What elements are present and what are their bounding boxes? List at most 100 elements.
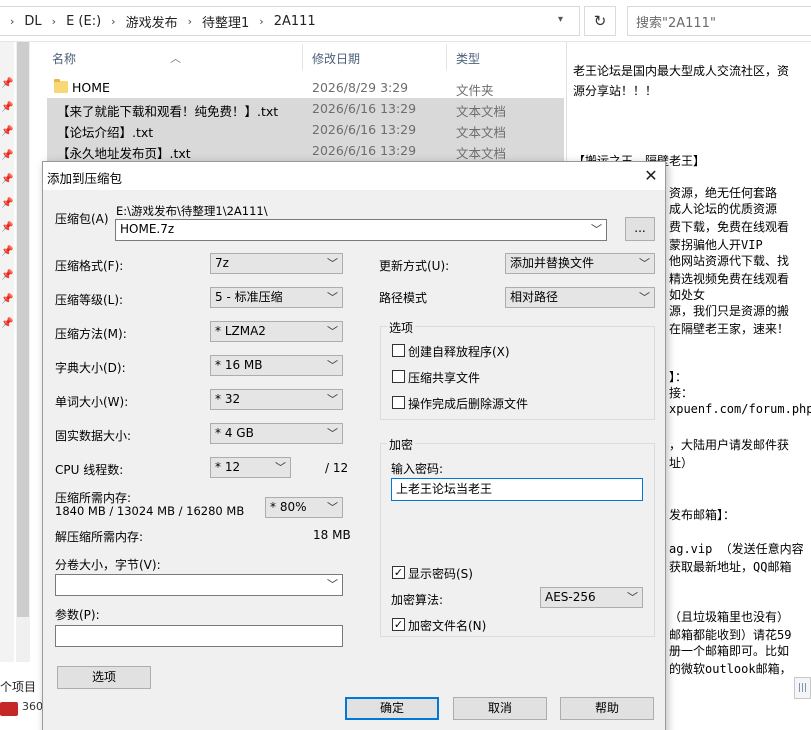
password-input[interactable]: 上老王论坛当老王 — [391, 478, 643, 501]
breadcrumb-item-games[interactable]: 游戏发布 — [116, 12, 178, 31]
file-name: 【论坛介绍】.txt — [57, 125, 154, 140]
mem-percent-select[interactable]: * 80% ﹀ — [265, 497, 343, 518]
create-sfx-checkbox[interactable] — [392, 344, 405, 357]
notepad-line: 老王论坛是国内最大型成人交流社区，资 — [573, 64, 790, 78]
breadcrumb-item-dl[interactable]: DL — [14, 14, 41, 29]
cpu-select[interactable]: * 12 ﹀ — [210, 457, 291, 478]
update-mode-label: 更新方式(U): — [379, 259, 450, 273]
options-button[interactable]: 选项 — [57, 666, 151, 689]
breadcrumb-item-drive[interactable]: E (E:) — [56, 14, 101, 29]
address-bar-area: › DL › E (E:) › 游戏发布 › 待整理1 › 2A111 ▾ ↻ … — [0, 0, 811, 42]
notepad-line: 费下载，免费在线观看 — [669, 220, 790, 234]
column-header-date[interactable]: 修改日期 — [312, 50, 360, 67]
pin-icon: 📌 — [1, 78, 14, 89]
file-row[interactable]: 【来了就能下载和观看！纯免费！】.txt 2026/6/16 13:29 文本文… — [47, 98, 564, 119]
file-row[interactable]: 【论坛介绍】.txt 2026/6/16 13:29 文本文档 — [47, 119, 564, 140]
path-mode-select[interactable]: 相对路径 ﹀ — [505, 287, 655, 308]
breadcrumb-separator: › — [259, 14, 264, 28]
refresh-icon: ↻ — [593, 12, 607, 30]
show-password-label[interactable]: 显示密码(S) — [408, 565, 473, 582]
notepad-line: 邮箱都能收到）请花59 — [669, 628, 792, 642]
volume-label: 分卷大小，字节(V): — [55, 558, 161, 572]
path-mode-label: 路径模式 — [379, 291, 428, 305]
notepad-line: 】： — [669, 370, 688, 384]
delete-after-checkbox[interactable] — [392, 396, 405, 409]
pin-icon: 📌 — [1, 174, 14, 185]
file-name: HOME — [72, 80, 110, 95]
browse-button[interactable]: ... — [625, 217, 655, 241]
encrypt-names-checkbox[interactable]: ✓ — [392, 618, 405, 631]
cpu-total: / 12 — [325, 461, 349, 475]
file-type: 文本文档 — [456, 125, 507, 140]
navigation-scrollbar[interactable] — [16, 42, 30, 662]
dict-select[interactable]: * 16 MB ﹀ — [210, 355, 343, 376]
method-select[interactable]: * LZMA2 ﹀ — [210, 321, 343, 342]
refresh-button[interactable]: ↻ — [584, 6, 616, 36]
chevron-down-icon: ﹀ — [275, 461, 286, 474]
method-value: * LZMA2 — [215, 324, 266, 338]
solid-select[interactable]: * 4 GB ﹀ — [210, 423, 343, 444]
breadcrumb[interactable]: › DL › E (E:) › 游戏发布 › 待整理1 › 2A111 — [0, 6, 580, 36]
chevron-down-icon: ﹀ — [639, 257, 650, 270]
cancel-button[interactable]: 取消 — [453, 697, 547, 720]
enc-method-value: AES-256 — [545, 590, 596, 604]
pin-icon: 📌 — [1, 102, 14, 113]
file-row[interactable]: HOME 2026/8/29 3:29 文件夹 — [47, 77, 564, 98]
file-row[interactable]: 【永久地址发布页】.txt 2026/6/16 13:29 文本文档 — [47, 140, 564, 161]
column-divider[interactable] — [302, 44, 303, 70]
breadcrumb-separator: › — [10, 14, 15, 28]
encrypt-names-label[interactable]: 加密文件名(N) — [408, 617, 486, 634]
update-mode-select[interactable]: 添加并替换文件 ﹀ — [505, 253, 655, 274]
ok-button[interactable]: 确定 — [345, 697, 439, 720]
column-header-type[interactable]: 类型 — [456, 50, 480, 67]
scrollbar-thumb[interactable] — [17, 42, 29, 617]
chevron-down-icon[interactable]: ﹀ — [591, 220, 602, 239]
help-button[interactable]: 帮助 — [560, 697, 654, 720]
notepad-line: 如处女 — [669, 288, 706, 302]
mem-detail: 1840 MB / 13024 MB / 16280 MB — [55, 504, 245, 518]
pin-icon: 📌 — [1, 270, 14, 281]
archive-name-input[interactable]: HOME.7z ﹀ — [115, 219, 607, 241]
enc-method-select[interactable]: AES-256 ﹀ — [540, 587, 643, 608]
taskbar-label[interactable]: 360 — [22, 700, 43, 713]
search-input[interactable]: 搜索"2A111" — [627, 6, 811, 36]
app-icon[interactable] — [0, 702, 18, 716]
compress-shared-label[interactable]: 压缩共享文件 — [408, 369, 480, 386]
column-divider[interactable] — [446, 44, 447, 70]
chevron-down-icon: ﹀ — [327, 359, 338, 372]
column-header-name[interactable]: 名称 — [52, 50, 76, 67]
chevron-down-icon: ﹀ — [327, 325, 338, 338]
notepad-line: 资源，绝无任何套路 — [669, 186, 778, 200]
archive-path: E:\游戏发布\待整理1\2A111\ — [116, 204, 268, 218]
create-sfx-label[interactable]: 创建自释放程序(X) — [408, 343, 510, 360]
word-select[interactable]: * 32 ﹀ — [210, 389, 343, 410]
breadcrumb-item-current[interactable]: 2A111 — [264, 14, 316, 29]
compress-shared-checkbox[interactable] — [392, 370, 405, 383]
file-type: 文本文档 — [456, 104, 507, 119]
solid-label: 固实数据大小: — [55, 429, 132, 443]
notepad-line: 精选视频免费在线观看 — [669, 272, 790, 286]
show-password-checkbox[interactable]: ✓ — [392, 566, 405, 579]
file-name: 【永久地址发布页】.txt — [57, 146, 191, 161]
archive-label: 压缩包(A) — [55, 212, 109, 226]
cpu-value: * 12 — [215, 460, 241, 474]
chevron-down-icon[interactable]: ▾ — [558, 14, 563, 25]
file-name: 【来了就能下载和观看！纯免费！】.txt — [57, 104, 279, 119]
word-label: 单词大小(W): — [55, 395, 129, 409]
scroll-corner-icon[interactable]: ||| — [794, 677, 811, 699]
file-type: 文本文档 — [456, 146, 507, 161]
notepad-line: 成人论坛的优质资源 — [669, 202, 778, 216]
chevron-down-icon: ﹀ — [327, 427, 338, 440]
breadcrumb-item-pending[interactable]: 待整理1 — [192, 12, 249, 31]
chevron-down-icon: ﹀ — [327, 501, 338, 514]
volume-size-select[interactable]: ﹀ — [55, 574, 343, 596]
format-select[interactable]: 7z ﹀ — [210, 253, 343, 274]
dialog-titlebar[interactable]: 添加到压缩包 ✕ — [43, 162, 665, 190]
breadcrumb-separator: › — [51, 14, 57, 28]
notepad-line: xpuenf.com/forum.php? — [669, 402, 811, 416]
archive-name-value: HOME.7z — [120, 222, 175, 236]
close-icon[interactable]: ✕ — [639, 164, 663, 188]
delete-after-label[interactable]: 操作完成后删除源文件 — [408, 395, 528, 412]
level-select[interactable]: 5 - 标准压缩 ﹀ — [210, 287, 343, 308]
params-input[interactable] — [55, 625, 343, 647]
